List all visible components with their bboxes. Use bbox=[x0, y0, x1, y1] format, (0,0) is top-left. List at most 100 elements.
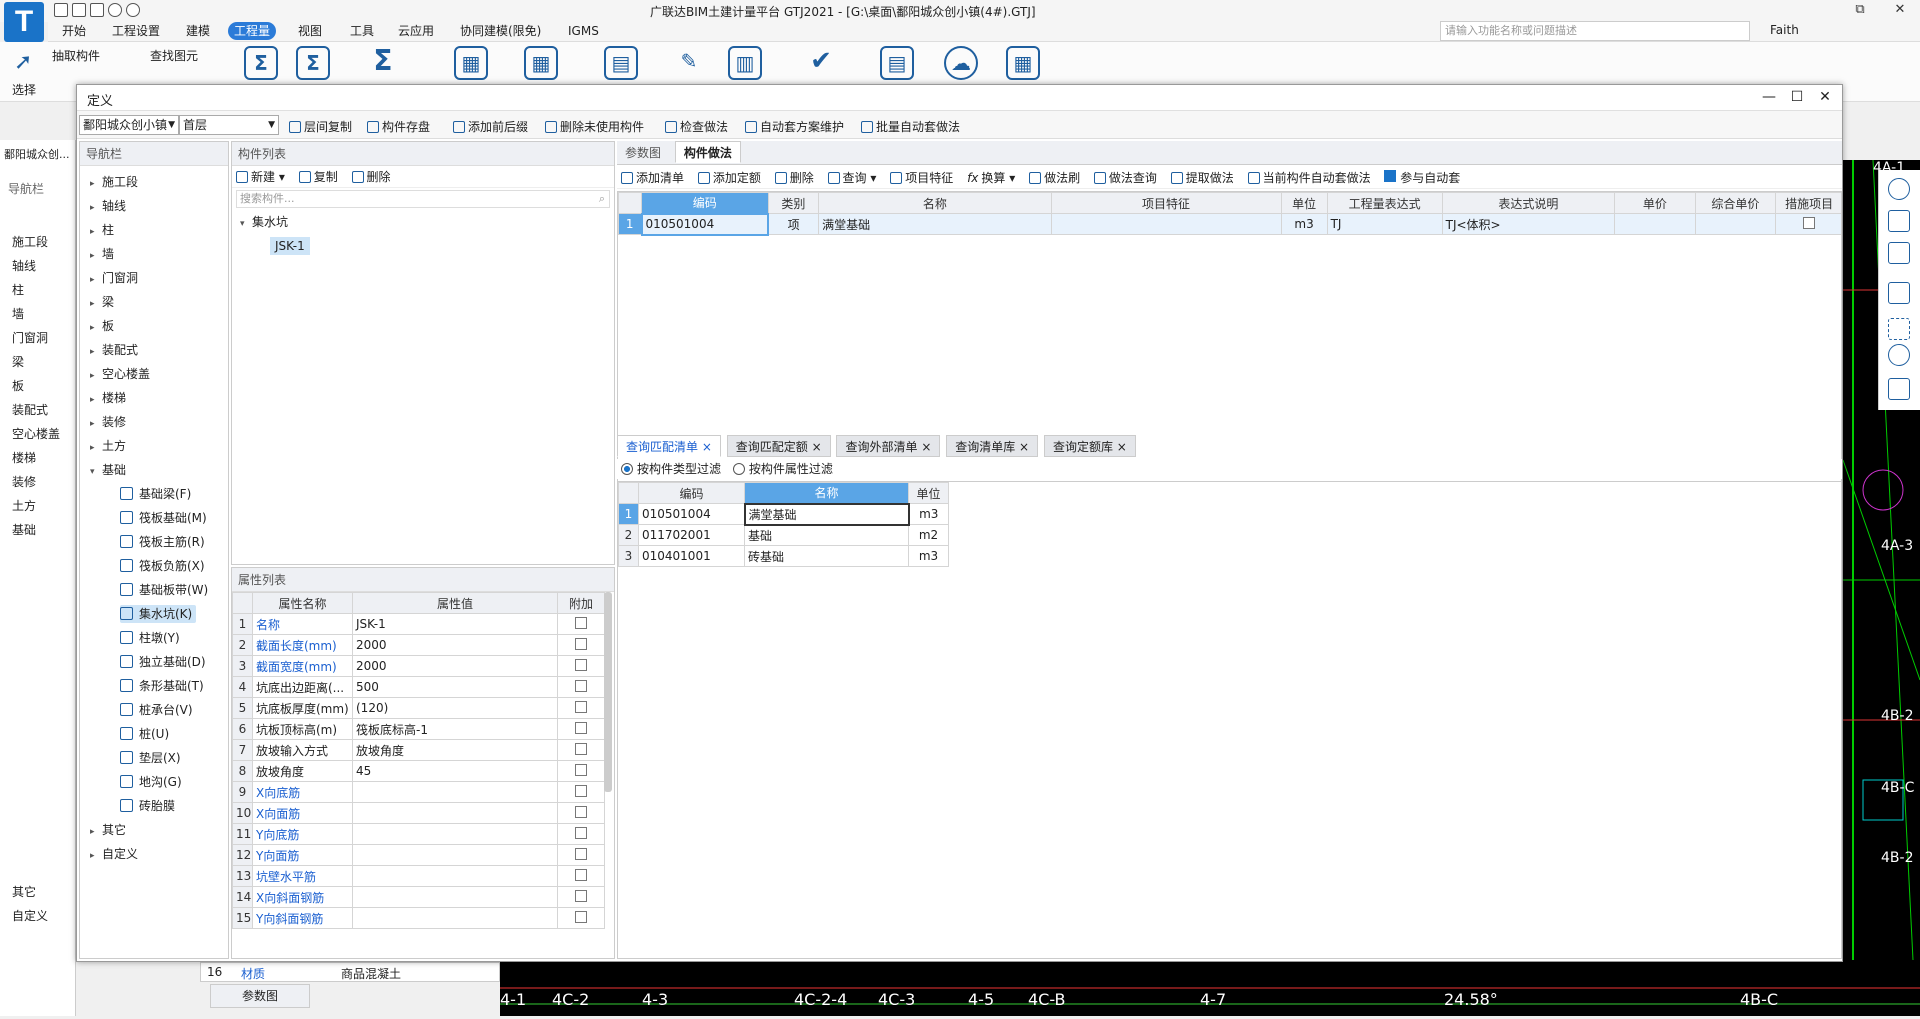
app-logo[interactable]: T bbox=[4, 2, 44, 42]
sub-item[interactable]: 砖胎膜 bbox=[90, 794, 228, 818]
save-icon[interactable] bbox=[90, 3, 104, 17]
close-icon[interactable]: × bbox=[702, 440, 712, 454]
function-search-input[interactable]: 请输入功能名称或问题描述 bbox=[1440, 21, 1750, 41]
component-search-input[interactable]: 搜索构件... ⌕ bbox=[236, 190, 610, 208]
property-value[interactable] bbox=[352, 844, 558, 866]
property-value[interactable]: JSK-1 bbox=[352, 613, 558, 635]
sub-item[interactable]: 条形基础(T) bbox=[90, 674, 228, 698]
maximize-icon[interactable]: ☐ bbox=[1787, 89, 1807, 105]
property-row[interactable]: 1 名称 JSK-1 bbox=[232, 613, 605, 635]
scrollbar[interactable] bbox=[604, 592, 612, 792]
menu-collab[interactable]: 协同建模(限免) bbox=[454, 22, 547, 40]
property-row[interactable]: 10 X向面筋 bbox=[232, 802, 605, 824]
component-item-jsk1[interactable]: JSK-1 bbox=[232, 234, 614, 258]
property-value[interactable]: 放坡角度 bbox=[352, 739, 558, 761]
property-value[interactable] bbox=[352, 823, 558, 845]
menu-start[interactable]: 开始 bbox=[56, 22, 92, 40]
sub-item[interactable]: 基础梁(F) bbox=[90, 482, 228, 506]
bg-param-button[interactable]: 参数图 bbox=[210, 984, 310, 1008]
property-value[interactable]: (120) bbox=[352, 697, 558, 719]
tab-quota-library[interactable]: 查询定额库 × bbox=[1043, 435, 1136, 457]
close-icon[interactable]: × bbox=[1019, 440, 1029, 454]
bg-nav-item[interactable]: 板 bbox=[12, 376, 24, 396]
property-row[interactable]: 7 放坡输入方式 放坡角度 bbox=[232, 739, 605, 761]
close-icon[interactable]: × bbox=[921, 440, 931, 454]
menu-tools[interactable]: 工具 bbox=[344, 22, 380, 40]
sub-item[interactable]: 筏板基础(M) bbox=[90, 506, 228, 530]
report-icon[interactable]: ▦ bbox=[454, 46, 488, 80]
sub-item[interactable]: 筏板主筋(R) bbox=[90, 530, 228, 554]
attach-checkbox[interactable] bbox=[557, 865, 605, 887]
dialog-close-icon[interactable]: ✕ bbox=[1815, 89, 1835, 105]
sum-icon[interactable]: Σ bbox=[244, 46, 278, 80]
property-value[interactable] bbox=[352, 802, 558, 824]
edit-icon[interactable]: ✎ bbox=[672, 46, 706, 80]
nav-item[interactable]: ▸ 楼梯 bbox=[90, 386, 228, 410]
attach-checkbox[interactable] bbox=[557, 739, 605, 761]
bg-nav-item[interactable]: 楼梯 bbox=[12, 448, 36, 468]
bg-nav-item[interactable]: 墙 bbox=[12, 304, 24, 324]
nav-item[interactable]: ▸ 施工段 bbox=[90, 170, 228, 194]
menu-cloud[interactable]: 云应用 bbox=[392, 22, 440, 40]
add-quota-button[interactable]: 添加定额 bbox=[697, 171, 761, 185]
check-method-button[interactable]: 检查做法 bbox=[665, 119, 728, 135]
property-row[interactable]: 2 截面长度(mm) 2000 bbox=[232, 634, 605, 656]
filter-by-attr-radio[interactable]: 按构件属性过滤 bbox=[732, 462, 833, 476]
menu-igms[interactable]: IGMS bbox=[562, 22, 605, 40]
bg-nav-item[interactable]: 其它 bbox=[12, 882, 36, 902]
tab-external-list[interactable]: 查询外部清单 × bbox=[836, 435, 941, 457]
bg-nav-item[interactable]: 装修 bbox=[12, 472, 36, 492]
doc-search-icon[interactable]: ▤ bbox=[880, 46, 914, 80]
attach-checkbox[interactable] bbox=[557, 823, 605, 845]
query-row[interactable]: 2 011702001 基础 m2 bbox=[618, 524, 949, 546]
component-tree-root[interactable]: ▾ 集水坑 bbox=[232, 210, 614, 234]
query-row[interactable]: 1 010501004 满堂基础 m3 bbox=[618, 502, 949, 526]
nav-item[interactable]: ▸ 轴线 bbox=[90, 194, 228, 218]
method-brush-button[interactable]: 做法刷 bbox=[1029, 171, 1080, 185]
sub-item-sump[interactable]: 集水坑(K) bbox=[90, 602, 228, 626]
extract-method-button[interactable]: 提取做法 bbox=[1170, 171, 1234, 185]
close-icon[interactable]: × bbox=[1117, 440, 1127, 454]
nav-item[interactable]: ▸ 土方 bbox=[90, 434, 228, 458]
query-row[interactable]: 3 010401001 砖基础 m3 bbox=[618, 545, 949, 567]
copy-between-floors-button[interactable]: 层间复制 bbox=[289, 119, 352, 135]
property-row[interactable]: 9 X向底筋 bbox=[232, 781, 605, 803]
sub-item[interactable]: 桩(U) bbox=[90, 722, 228, 746]
check-icon[interactable]: ✔ bbox=[804, 46, 838, 80]
property-value[interactable] bbox=[352, 907, 558, 929]
measure-checkbox[interactable] bbox=[1803, 216, 1816, 229]
close-icon[interactable]: × bbox=[812, 440, 822, 454]
property-row[interactable]: 14 X向斜面钢筋 bbox=[232, 886, 605, 908]
attach-checkbox[interactable] bbox=[557, 907, 605, 929]
bg-nav-item[interactable]: 基础 bbox=[12, 520, 36, 540]
restore-icon[interactable]: ⧉ bbox=[1850, 2, 1870, 17]
rotate-view-icon[interactable] bbox=[1888, 178, 1910, 200]
bg-nav-item[interactable]: 柱 bbox=[12, 280, 24, 300]
orbit-icon[interactable] bbox=[1888, 344, 1910, 366]
property-row[interactable]: 8 放坡角度 45 bbox=[232, 760, 605, 782]
nav-item[interactable]: ▸ 装修 bbox=[90, 410, 228, 434]
find-element-button[interactable]: 查找图元 bbox=[150, 48, 198, 64]
redo-icon[interactable] bbox=[126, 3, 140, 17]
property-value[interactable]: 2000 bbox=[352, 655, 558, 677]
nav-item[interactable]: ▸ 门窗洞 bbox=[90, 266, 228, 290]
project-combo[interactable]: 鄱阳城众创小镇 ▼ bbox=[79, 115, 179, 135]
property-row[interactable]: 13 坑壁水平筋 bbox=[232, 865, 605, 887]
component-save-button[interactable]: 构件存盘 bbox=[367, 119, 430, 135]
property-value[interactable]: 500 bbox=[352, 676, 558, 698]
delete-method-button[interactable]: 删除 bbox=[774, 171, 814, 185]
sub-item[interactable]: 筏板负筋(X) bbox=[90, 554, 228, 578]
auto-method-button[interactable]: 当前构件自动套做法 bbox=[1247, 171, 1371, 185]
nav-item[interactable]: ▸ 柱 bbox=[90, 218, 228, 242]
bg-nav-item[interactable]: 土方 bbox=[12, 496, 36, 516]
filter-by-type-radio[interactable]: 按构件类型过滤 bbox=[621, 462, 721, 476]
tab-list-library[interactable]: 查询清单库 × bbox=[946, 435, 1039, 457]
sub-item[interactable]: 基础板带(W) bbox=[90, 578, 228, 602]
attach-checkbox[interactable] bbox=[557, 760, 605, 782]
property-row[interactable]: 5 坑底板厚度(mm) (120) bbox=[232, 697, 605, 719]
nav-item[interactable]: ▸ 装配式 bbox=[90, 338, 228, 362]
bg-nav-item[interactable]: 空心楼盖 bbox=[12, 424, 60, 444]
method-query-button[interactable]: 做法查询 bbox=[1093, 171, 1157, 185]
auto-plan-button[interactable]: 自动套方案维护 bbox=[745, 119, 844, 135]
delete-component-button[interactable]: 删除 bbox=[351, 170, 391, 184]
